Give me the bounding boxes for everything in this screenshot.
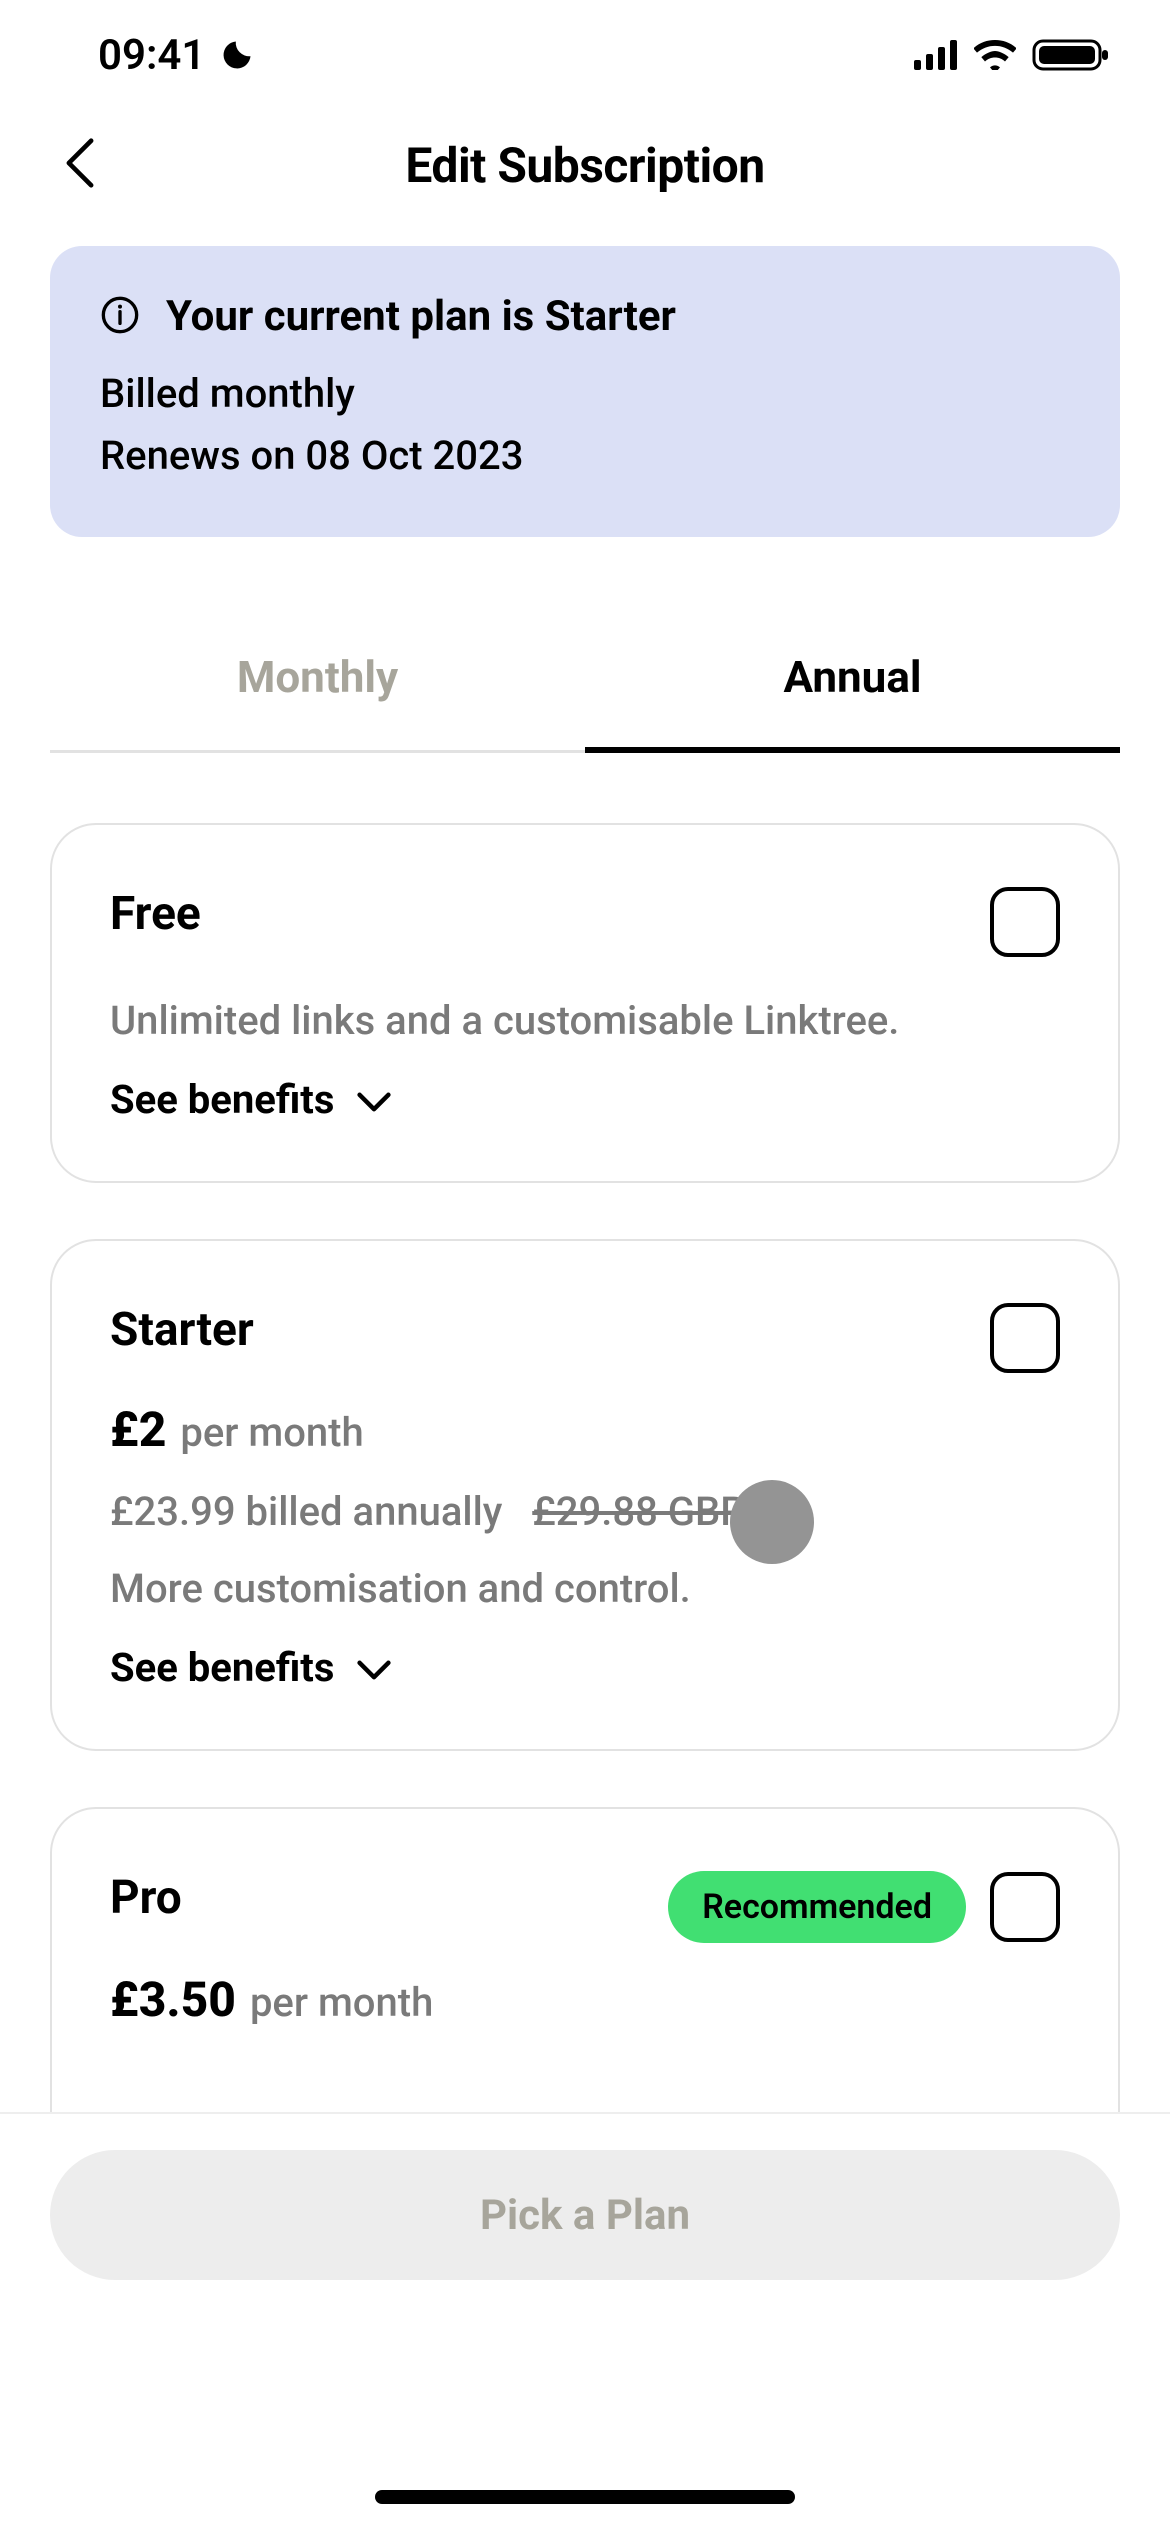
battery-icon <box>1032 37 1110 73</box>
cellular-signal-icon <box>914 40 958 70</box>
plan-price-suffix: per month <box>180 1409 363 1456</box>
plan-price-suffix: per month <box>250 1979 433 2026</box>
plan-card-starter[interactable]: Starter £2 per month £23.99 billed annua… <box>50 1239 1120 1751</box>
see-benefits-label: See benefits <box>110 1076 334 1123</box>
pick-plan-button[interactable]: Pick a Plan <box>50 2150 1120 2280</box>
chevron-down-icon <box>356 1644 392 1691</box>
plan-billing-amount: £23.99 billed annually <box>110 1488 502 1535</box>
plan-card-free[interactable]: Free Unlimited links and a customisable … <box>50 823 1120 1183</box>
touch-indicator <box>730 1480 814 1564</box>
plan-name: Pro <box>110 1871 182 1925</box>
status-bar: 09:41 <box>0 0 1170 110</box>
recommended-badge: Recommended <box>668 1871 966 1943</box>
plan-price: £2 <box>110 1401 166 1458</box>
plan-price: £3.50 <box>110 1971 236 2028</box>
billing-period-tabs: Monthly Annual <box>50 627 1120 753</box>
wifi-icon <box>974 40 1016 70</box>
status-time: 09:41 <box>98 31 205 80</box>
nav-header: Edit Subscription <box>0 110 1170 220</box>
plan-name: Free <box>110 887 201 941</box>
see-benefits-toggle[interactable]: See benefits <box>110 1644 1060 1691</box>
plans-list: Free Unlimited links and a customisable … <box>50 823 1120 2230</box>
current-plan-billing: Billed monthly <box>100 363 1070 425</box>
see-benefits-label: See benefits <box>110 1644 334 1691</box>
plan-name: Starter <box>110 1303 254 1357</box>
do-not-disturb-icon <box>219 37 255 73</box>
back-button[interactable] <box>50 135 110 195</box>
plan-description: Unlimited links and a customisable Linkt… <box>110 997 1060 1044</box>
status-bar-left: 09:41 <box>98 31 255 80</box>
plan-billing-info: £23.99 billed annually £29.88 GBP <box>110 1488 1060 1535</box>
plan-description: More customisation and control. <box>110 1565 1060 1612</box>
current-plan-title: Your current plan is Starter <box>166 292 676 341</box>
info-icon <box>100 295 140 339</box>
current-plan-renewal: Renews on 08 Oct 2023 <box>100 425 1070 487</box>
tab-annual[interactable]: Annual <box>585 627 1120 753</box>
status-bar-right <box>914 37 1110 73</box>
bottom-action-bar: Pick a Plan <box>0 2112 1170 2532</box>
plan-billing-original: £29.88 GBP <box>532 1488 746 1535</box>
current-plan-banner: Your current plan is Starter Billed mont… <box>50 246 1120 537</box>
chevron-left-icon <box>65 137 95 193</box>
page-title: Edit Subscription <box>0 137 1170 194</box>
plan-select-checkbox[interactable] <box>990 1303 1060 1373</box>
home-indicator[interactable] <box>375 2490 795 2504</box>
tab-monthly[interactable]: Monthly <box>50 627 585 753</box>
see-benefits-toggle[interactable]: See benefits <box>110 1076 1060 1123</box>
plan-select-checkbox[interactable] <box>990 887 1060 957</box>
plan-select-checkbox[interactable] <box>990 1872 1060 1942</box>
chevron-down-icon <box>356 1076 392 1123</box>
